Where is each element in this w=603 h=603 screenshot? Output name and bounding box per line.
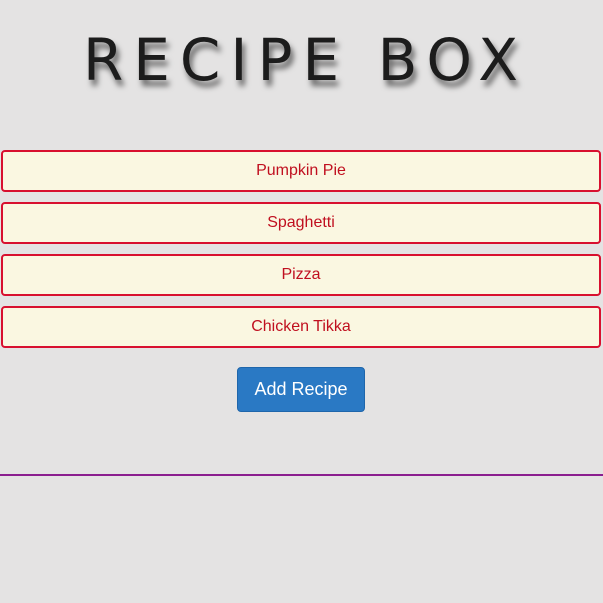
recipe-item-label: Pumpkin Pie [256, 162, 346, 179]
recipe-item-label: Pizza [281, 266, 321, 283]
app-page: RECIPE BOX Pumpkin Pie Spaghetti Pizza C… [0, 0, 603, 603]
page-title: RECIPE BOX [82, 26, 529, 94]
recipe-item[interactable]: Pizza [1, 254, 601, 296]
recipe-item[interactable]: Pumpkin Pie [1, 150, 601, 192]
recipe-item-label: Chicken Tikka [251, 318, 351, 335]
recipe-list: Pumpkin Pie Spaghetti Pizza Chicken Tikk… [1, 150, 601, 358]
divider [0, 474, 603, 476]
add-recipe-button[interactable]: Add Recipe [237, 367, 365, 412]
recipe-item[interactable]: Spaghetti [1, 202, 601, 244]
recipe-item-label: Spaghetti [267, 214, 335, 231]
recipe-item[interactable]: Chicken Tikka [1, 306, 601, 348]
